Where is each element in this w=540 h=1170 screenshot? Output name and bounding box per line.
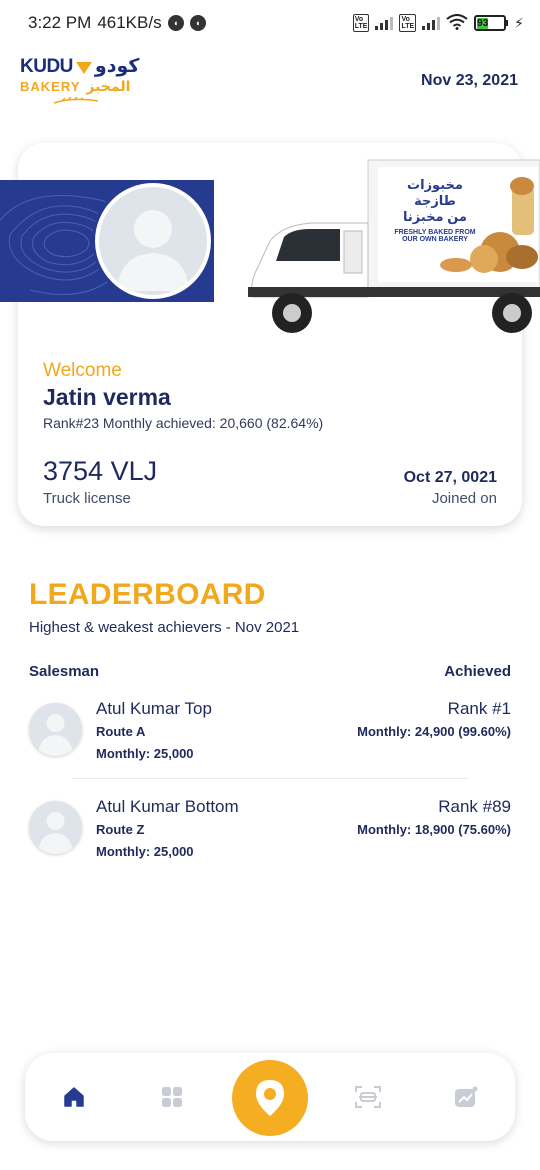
avatar-placeholder-icon <box>29 801 82 854</box>
battery-icon: 93 <box>474 15 509 31</box>
delivery-truck-image: مخبوزات طازجة من مخبزنا FRESHLY BAKED FR… <box>248 157 540 347</box>
profile-avatar[interactable] <box>92 180 214 302</box>
signal-icon <box>375 16 394 30</box>
chart-icon <box>455 1086 478 1107</box>
salesman-route: Route A <box>96 724 146 739</box>
truck-license-plate: 3754 VLJ <box>43 456 158 486</box>
divider <box>72 778 468 779</box>
column-header-achieved: Achieved <box>444 663 511 680</box>
salesman-achieved: Monthly: 18,900 (75.60%) <box>357 822 511 837</box>
salesman-rank: Rank #89 <box>438 797 511 816</box>
status-speed: 461KB/s <box>97 13 162 32</box>
truck-banner-arabic-2: من مخبزنا <box>403 209 467 224</box>
truck-license-label: Truck license <box>43 490 131 507</box>
salesman-route: Route Z <box>96 822 145 837</box>
joined-label: Joined on <box>431 490 497 507</box>
nav-home-button[interactable] <box>44 1053 104 1141</box>
salesman-name: Atul Kumar Top <box>96 699 212 718</box>
salesman-name: Atul Kumar Bottom <box>96 797 239 816</box>
user-name: Jatin verma <box>43 384 171 410</box>
truck-banner-english-1: FRESHLY BAKED FROM <box>394 229 476 236</box>
column-header-salesman: Salesman <box>29 663 100 680</box>
avatar-placeholder-icon <box>99 187 207 295</box>
battery-level: 93 <box>477 18 489 29</box>
salesman-monthly-target: Monthly: 25,000 <box>96 844 194 859</box>
nav-reports-button[interactable] <box>436 1053 496 1141</box>
logo-brand-arabic: كودو <box>94 56 140 77</box>
charging-icon: ⚡ <box>514 14 524 31</box>
volte-icon: Vo LTE <box>399 14 417 32</box>
notification-icon: ◖ <box>189 15 206 31</box>
nav-location-button[interactable] <box>232 1060 308 1136</box>
nav-vehicle-scan-button[interactable] <box>338 1053 398 1141</box>
logo-bakery-arabic: المخبز <box>86 78 131 94</box>
salesman-achieved: Monthly: 24,900 (99.60%) <box>357 724 511 739</box>
leaderboard-entry[interactable]: Atul Kumar Top Route A Monthly: 25,000 R… <box>0 699 540 779</box>
logo-brand-latin: KUDU <box>20 56 73 77</box>
status-time: 3:22 PM <box>28 13 92 32</box>
volte-icon: Vo LTE <box>352 14 370 32</box>
nav-dashboard-button[interactable] <box>142 1053 202 1141</box>
scan-truck-icon <box>355 1086 381 1108</box>
welcome-label: Welcome <box>43 360 122 381</box>
wifi-icon <box>446 13 468 33</box>
truck-banner-english-2: OUR OWN BAKERY <box>402 236 468 243</box>
notification-icon: ◖ <box>167 15 184 31</box>
user-rank-summary: Rank#23 Monthly achieved: 20,660 (82.64%… <box>43 415 324 431</box>
signal-icon <box>422 16 441 30</box>
logo-bakery-latin: BAKERY <box>20 79 81 94</box>
status-bar: 3:22 PM 461KB/s ◖ ◖ Vo LTE Vo LTE 93 ⚡ <box>0 0 540 46</box>
header-date: Nov 23, 2021 <box>421 72 518 89</box>
leaderboard-title: LEADERBOARD <box>29 578 266 611</box>
avatar-placeholder-icon <box>29 703 82 756</box>
salesman-rank: Rank #1 <box>447 699 511 718</box>
leaderboard-subtitle: Highest & weakest achievers - Nov 2021 <box>29 619 300 636</box>
bottom-navigation <box>25 1053 515 1141</box>
truck-banner-arabic-1: مخبوزات طازجة <box>407 177 463 208</box>
home-icon <box>64 1087 84 1107</box>
leaderboard-entry[interactable]: Atul Kumar Bottom Route Z Monthly: 25,00… <box>0 797 540 877</box>
wheat-icon <box>53 97 99 104</box>
logo-triangle-icon <box>75 61 92 74</box>
kudu-bakery-logo: KUDU كودو BAKERY المخبز <box>20 55 140 107</box>
joined-date: Oct 27, 0021 <box>403 469 497 486</box>
location-pin-icon <box>256 1080 284 1116</box>
salesman-monthly-target: Monthly: 25,000 <box>96 746 194 761</box>
grid-icon <box>162 1087 182 1107</box>
